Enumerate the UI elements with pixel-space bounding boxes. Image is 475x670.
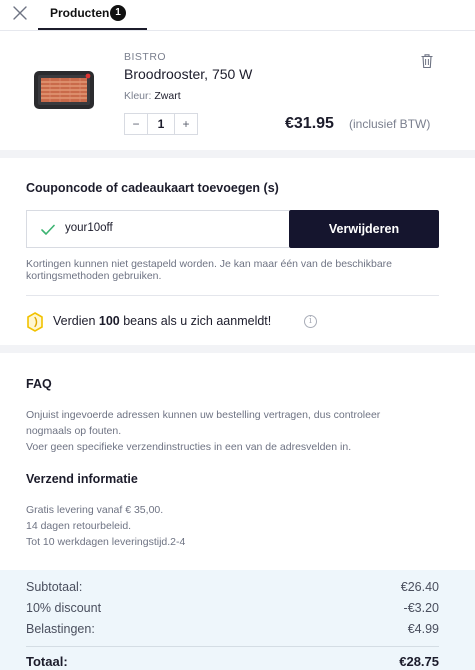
shipping-line: 14 dagen retourbeleid. [26, 520, 132, 532]
coupon-value: your10off [65, 222, 113, 234]
faq-line: nogmaals op fouten. [26, 425, 122, 437]
quantity-value[interactable]: 1 [147, 114, 175, 134]
trash-icon[interactable] [420, 53, 434, 69]
increase-button[interactable]: + [175, 114, 197, 134]
bean-icon [26, 312, 44, 337]
total-value: €28.75 [399, 654, 439, 669]
product-name[interactable]: Broodrooster, 750 W [124, 66, 252, 82]
subtotal-row: Subtotaal: €26.40 [26, 580, 439, 594]
divider [26, 295, 439, 296]
coupon-note: Kortingen kunnen niet gestapeld worden. … [26, 258, 392, 282]
total-divider [26, 646, 439, 647]
section-divider [0, 150, 475, 158]
section-divider [0, 345, 475, 353]
price-note: (inclusief BTW) [349, 117, 431, 131]
quantity-stepper: − 1 + [124, 113, 198, 135]
tax-value: €4.99 [407, 622, 439, 636]
discount-label: 10% discount [26, 601, 102, 615]
faq-line: Onjuist ingevoerde adressen kunnen uw be… [26, 409, 381, 421]
tab-label: Producten [50, 6, 110, 20]
cart-item: BISTRO Broodrooster, 750 W Kleur: Zwart … [0, 30, 475, 150]
info-icon[interactable]: i [304, 315, 317, 328]
shipping-title: Verzend informatie [26, 472, 138, 486]
cart-count-badge: 1 [110, 5, 126, 21]
total-label: Totaal: [26, 654, 68, 669]
beans-reward-text: Verdien 100 beans als u zich aanmeldt! [53, 314, 271, 328]
faq-line: Voer geen specifieke verzendinstructies … [26, 441, 352, 453]
beans-prefix: Verdien [53, 314, 96, 328]
subtotal-value: €26.40 [400, 580, 439, 594]
discount-value: -€3.20 [403, 601, 439, 615]
tax-row: Belastingen: €4.99 [26, 622, 439, 636]
shipping-line: Gratis levering vanaf € 35,00. [26, 504, 164, 516]
product-image[interactable] [32, 67, 96, 111]
color-label: Kleur: [124, 90, 152, 102]
product-brand: BISTRO [124, 51, 167, 63]
close-icon[interactable] [10, 3, 30, 23]
coupon-input[interactable]: your10off [26, 210, 289, 248]
faq-title: FAQ [26, 377, 52, 391]
product-color: Kleur: Zwart [124, 90, 181, 102]
tab-producten[interactable]: Producten 1 [38, 0, 147, 30]
shipping-line: Tot 10 werkdagen leveringstijd.2-4 [26, 536, 186, 548]
product-price: €31.95 [285, 115, 334, 132]
total-row: Totaal: €28.75 [26, 654, 439, 669]
subtotal-label: Subtotaal: [26, 580, 83, 594]
faq-text: Onjuist ingevoerde adressen kunnen uw be… [26, 407, 446, 455]
remove-coupon-button[interactable]: Verwijderen [289, 210, 439, 248]
beans-suffix: beans als u zich aanmeldt! [123, 314, 272, 328]
coupon-title: Couponcode of cadeaukaart toevoegen (s) [26, 181, 279, 195]
check-icon [41, 223, 55, 241]
color-value: Zwart [154, 90, 181, 102]
top-bar: Producten 1 [0, 0, 475, 30]
shipping-info: Gratis levering vanaf € 35,00. 14 dagen … [26, 502, 185, 550]
beans-amount: 100 [98, 314, 120, 328]
tax-label: Belastingen: [26, 622, 95, 636]
discount-row: 10% discount -€3.20 [26, 601, 439, 615]
decrease-button[interactable]: − [125, 114, 147, 134]
